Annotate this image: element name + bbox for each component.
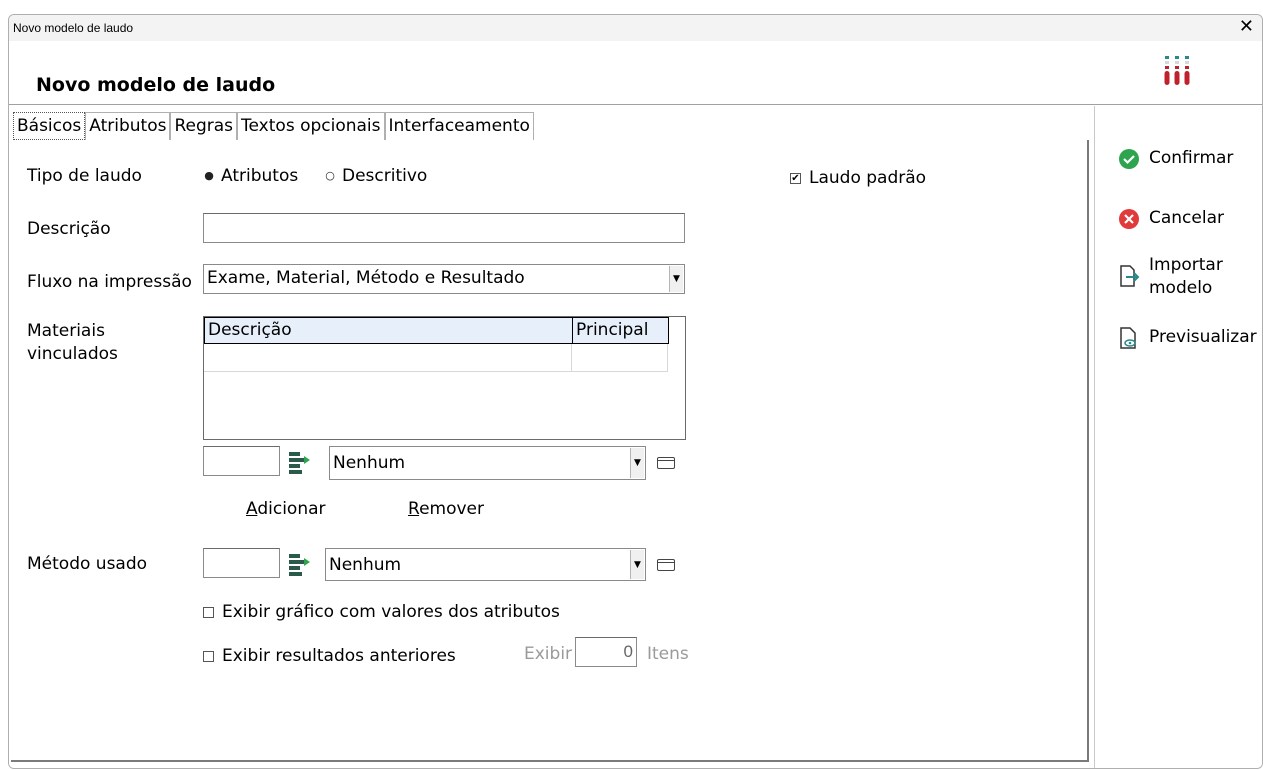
metodo-code-input[interactable] — [203, 548, 280, 578]
descricao-input[interactable] — [203, 213, 685, 243]
close-icon[interactable]: ✕ — [1239, 17, 1254, 37]
page-title: Novo modelo de laudo — [36, 74, 276, 96]
confirmar-button[interactable]: Confirmar — [1117, 147, 1233, 171]
window-icon[interactable] — [657, 559, 675, 571]
grafico-checkbox[interactable]: Exibir gráfico com valores dos atributos — [203, 602, 560, 622]
metodo-select[interactable]: Nenhum ▼ — [325, 548, 646, 581]
fluxo-select-value: Exame, Material, Método e Resultado — [207, 268, 525, 288]
dropdown-arrow-icon: ▼ — [630, 448, 644, 478]
tab-textos-opcionais[interactable]: Textos opcionais — [237, 112, 385, 140]
tipo-laudo-label: Tipo de laudo — [27, 166, 142, 186]
materiais-grid[interactable]: Descrição Principal — [203, 316, 686, 440]
action-sidebar: Confirmar Cancelar Importar modelo Previ… — [1094, 106, 1262, 768]
radio-selected-icon: ● — [204, 169, 214, 182]
tab-regras[interactable]: Regras — [170, 112, 238, 140]
dropdown-arrow-icon: ▼ — [669, 266, 683, 292]
stack-arrow-icon[interactable] — [289, 451, 311, 475]
radio-atributos-label: Atributos — [221, 166, 299, 186]
descricao-label: Descrição — [27, 219, 111, 239]
fluxo-select[interactable]: Exame, Material, Método e Resultado ▼ — [203, 264, 685, 294]
window-icon[interactable] — [657, 457, 675, 469]
lab-tubes-logo-icon — [1164, 56, 1190, 85]
grafico-label: Exibir gráfico com valores dos atributos — [222, 602, 560, 622]
radio-unselected-icon: ○ — [325, 169, 335, 182]
exibir-label: Exibir — [524, 644, 573, 664]
tab-basicos[interactable]: Básicos — [13, 112, 86, 140]
stack-arrow-icon[interactable] — [289, 553, 311, 577]
radio-descritivo-label: Descritivo — [342, 166, 428, 186]
dropdown-arrow-icon: ▼ — [630, 550, 644, 579]
check-circle-icon — [1119, 149, 1139, 169]
tab-strip: Básicos Atributos Regras Textos opcionai… — [13, 112, 534, 140]
dialog-header: Novo modelo de laudo — [9, 41, 1262, 105]
material-select-value: Nenhum — [333, 453, 406, 473]
importar-label: Importar modelo — [1149, 255, 1223, 298]
grid-cell[interactable] — [204, 344, 572, 372]
preview-file-icon — [1120, 327, 1136, 349]
tab-panel-basicos: Tipo de laudo ● Atributos ○ Descritivo ✔… — [11, 140, 1089, 762]
materiais-label-line2: vinculados — [27, 344, 118, 364]
materiais-label-line1: Materiais — [27, 321, 105, 341]
radio-descritivo[interactable]: ○ Descritivo — [324, 166, 427, 186]
grid-cell[interactable] — [572, 344, 668, 372]
radio-atributos[interactable]: ● Atributos — [203, 166, 298, 186]
checkbox-empty-icon — [203, 606, 214, 618]
title-bar: Novo modelo de laudo ✕ — [9, 15, 1262, 41]
previsualizar-button[interactable]: Previsualizar — [1117, 326, 1257, 350]
exibir-itens-input[interactable] — [575, 637, 637, 667]
cancelar-button[interactable]: Cancelar — [1117, 207, 1224, 231]
window-title: Novo modelo de laudo — [13, 21, 134, 35]
metodo-label: Método usado — [27, 554, 148, 574]
laudo-padrao-checkbox[interactable]: ✔ Laudo padrão — [790, 168, 926, 188]
fluxo-label: Fluxo na impressão — [27, 272, 192, 292]
metodo-select-value: Nenhum — [329, 555, 402, 575]
checkbox-empty-icon — [203, 650, 214, 662]
material-select[interactable]: Nenhum ▼ — [329, 446, 646, 480]
cancelar-label: Cancelar — [1149, 208, 1224, 228]
confirmar-label: Confirmar — [1149, 148, 1234, 168]
remover-button[interactable]: Remover — [408, 499, 484, 519]
laudo-padrao-label: Laudo padrão — [809, 168, 927, 188]
adicionar-button[interactable]: Adicionar — [246, 499, 326, 519]
import-file-icon — [1120, 265, 1140, 287]
grid-header-principal[interactable]: Principal — [572, 317, 669, 344]
material-code-input[interactable] — [203, 446, 280, 476]
tab-interfaceamento[interactable]: Interfaceamento — [384, 112, 534, 140]
main-area: Básicos Atributos Regras Textos opcionai… — [9, 106, 1094, 768]
previsualizar-label: Previsualizar — [1149, 327, 1257, 347]
checkmark-icon: ✔ — [790, 172, 801, 184]
anteriores-checkbox[interactable]: Exibir resultados anteriores — [203, 646, 456, 666]
importar-modelo-button[interactable]: Importar modelo — [1117, 254, 1223, 300]
x-circle-icon — [1119, 209, 1139, 229]
itens-label: Itens — [647, 644, 689, 664]
tab-atributos[interactable]: Atributos — [85, 112, 171, 140]
dialog-window: Novo modelo de laudo ✕ Novo modelo de la… — [8, 14, 1263, 769]
grid-header-descricao[interactable]: Descrição — [204, 317, 573, 344]
anteriores-label: Exibir resultados anteriores — [222, 646, 456, 666]
